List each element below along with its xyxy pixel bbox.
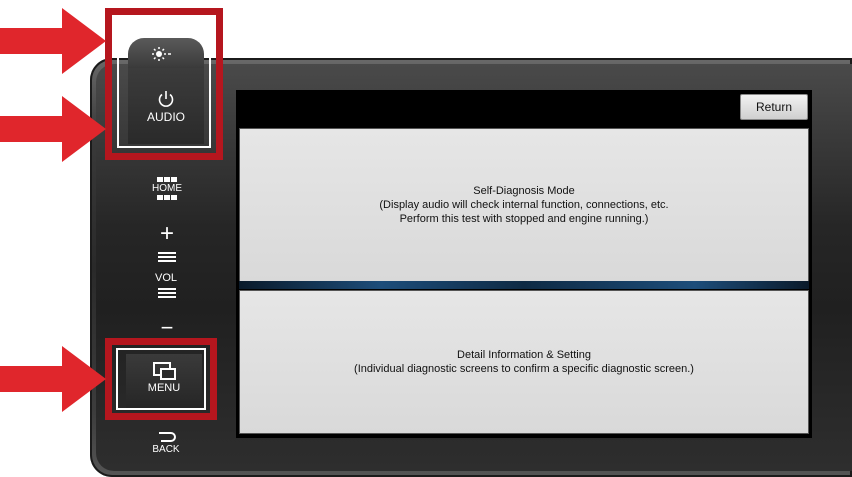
day-night-button[interactable] bbox=[128, 38, 204, 68]
panel-divider bbox=[239, 281, 809, 289]
self-diagnosis-desc-1: (Display audio will check internal funct… bbox=[379, 199, 669, 211]
back-label: BACK bbox=[152, 444, 180, 455]
back-icon bbox=[159, 432, 176, 442]
back-button[interactable]: BACK bbox=[146, 430, 186, 455]
volume-up-button[interactable]: + bbox=[152, 222, 182, 246]
arrow-right-icon bbox=[0, 8, 106, 74]
self-diagnosis-desc-2: Perform this test with stopped and engin… bbox=[399, 213, 649, 225]
screen-top-bar: Return bbox=[236, 90, 812, 120]
power-icon bbox=[158, 91, 174, 107]
volume-down-bars-icon bbox=[158, 288, 176, 300]
audio-label: AUDIO bbox=[146, 110, 185, 124]
day-night-icon bbox=[152, 46, 176, 61]
volume-down-button[interactable]: − bbox=[152, 317, 182, 339]
stage: Return Self-Diagnosis Mode (Display audi… bbox=[0, 0, 852, 477]
menu-button[interactable]: MENU bbox=[126, 354, 202, 408]
home-button[interactable]: HOME bbox=[145, 170, 189, 200]
display-screen: Return Self-Diagnosis Mode (Display audi… bbox=[236, 90, 812, 438]
return-button[interactable]: Return bbox=[740, 94, 808, 120]
home-grid-icon bbox=[155, 170, 179, 200]
self-diagnosis-mode-button[interactable]: Self-Diagnosis Mode (Display audio will … bbox=[239, 128, 809, 282]
detail-info-desc: (Individual diagnostic screens to confir… bbox=[354, 363, 694, 375]
menu-label: MENU bbox=[147, 382, 181, 394]
volume-label: VOL bbox=[154, 272, 177, 284]
home-label: HOME bbox=[152, 183, 182, 194]
menu-icon bbox=[153, 362, 176, 380]
detail-information-setting-button[interactable]: Detail Information & Setting (Individual… bbox=[239, 290, 809, 434]
volume-up-bars-icon bbox=[158, 252, 176, 264]
self-diagnosis-title: Self-Diagnosis Mode bbox=[473, 185, 575, 197]
detail-info-title: Detail Information & Setting bbox=[457, 349, 591, 361]
audio-power-button[interactable]: AUDIO bbox=[128, 68, 204, 144]
